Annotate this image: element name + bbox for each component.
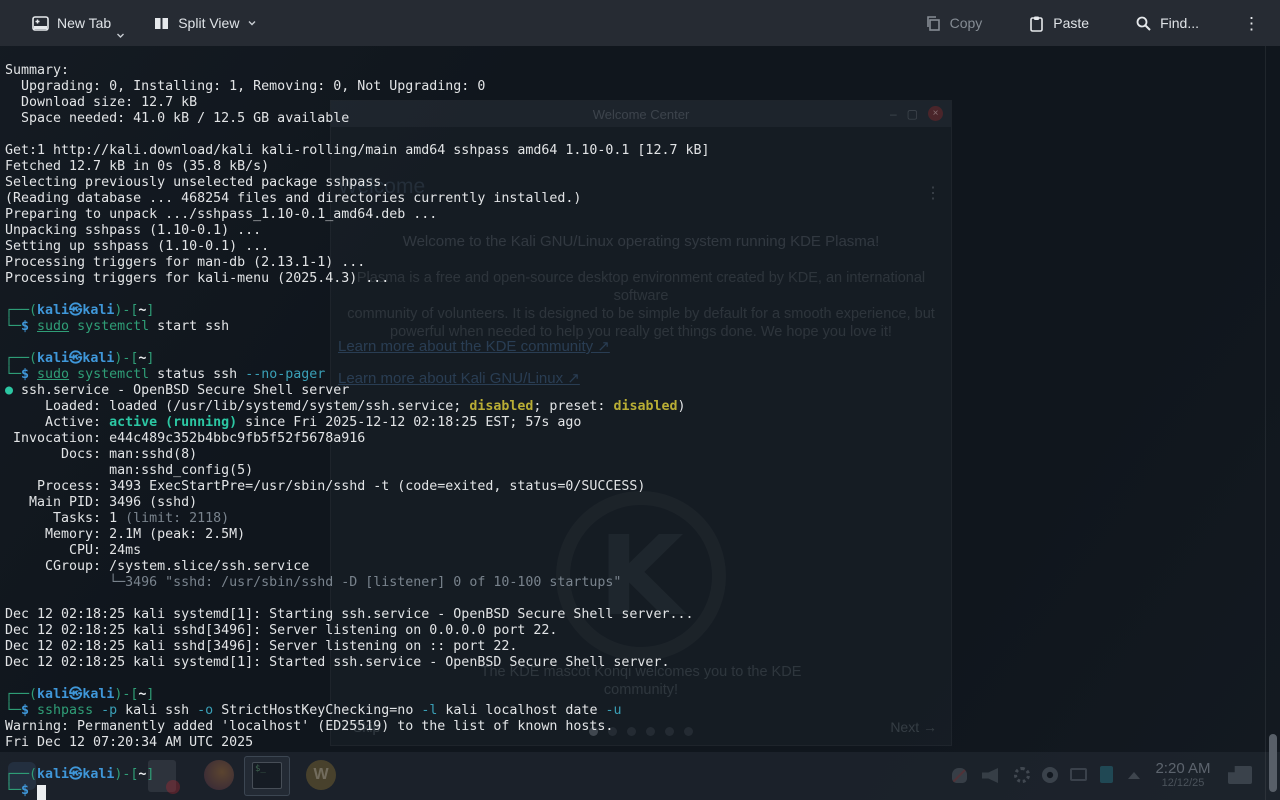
split-view-chevron-icon[interactable] bbox=[247, 18, 257, 28]
terminal-line: Dec 12 02:18:25 kali sshd[3496]: Server … bbox=[5, 623, 558, 638]
new-tab-label: New Tab bbox=[57, 15, 112, 31]
split-view-label: Split View bbox=[178, 15, 240, 31]
terminal-viewport[interactable]: Welcome Center – ▢ × Welcome ⋮ Welcome t… bbox=[0, 46, 1280, 800]
new-tab-icon bbox=[32, 15, 49, 32]
scrollbar-handle[interactable] bbox=[1269, 734, 1277, 792]
show-desktop-icon bbox=[1228, 766, 1252, 784]
clock-time: 2:20 AM bbox=[1155, 760, 1211, 777]
terminal-line: Selecting previously unselected package … bbox=[5, 175, 390, 190]
terminal-toolbar: New Tab Split View Copy Paste Find... ⋮ bbox=[0, 0, 1280, 46]
welcome-menu-kebab-icon: ⋮ bbox=[925, 185, 941, 202]
find-label: Find... bbox=[1160, 15, 1199, 31]
terminal-line: Processing triggers for kali-menu (2025.… bbox=[5, 271, 390, 286]
terminal-line: Active: active (running) since Fri 2025-… bbox=[5, 415, 582, 430]
scrollbar[interactable] bbox=[1265, 46, 1280, 800]
split-view-button[interactable]: Split View bbox=[143, 9, 267, 38]
terminal-line: Warning: Permanently added 'localhost' (… bbox=[5, 719, 614, 734]
terminal-line: Processing triggers for man-db (2.13.1-1… bbox=[5, 255, 366, 270]
terminal-line: └─$ sshpass -p kali ssh -o StrictHostKey… bbox=[5, 703, 622, 718]
terminal-line: Process: 3493 ExecStartPre=/usr/sbin/ssh… bbox=[5, 479, 646, 494]
split-view-icon bbox=[153, 15, 170, 32]
clock-date: 12/12/25 bbox=[1161, 777, 1205, 789]
terminal-line: ┌──(kali㉿kali)-[~] bbox=[5, 767, 155, 782]
terminal-line: └─3496 "sshd: /usr/sbin/sshd -D [listene… bbox=[109, 575, 622, 590]
copy-button[interactable]: Copy bbox=[915, 9, 993, 38]
terminal-line: Preparing to unpack .../sshpass_1.10-0.1… bbox=[5, 207, 438, 222]
new-tab-chevron-icon[interactable] bbox=[116, 31, 125, 40]
terminal-line: man:sshd_config(5) bbox=[5, 463, 254, 478]
new-tab-button[interactable]: New Tab bbox=[22, 9, 125, 38]
terminal-line: ┌──(kali㉿kali)-[~] bbox=[5, 351, 155, 366]
paste-icon bbox=[1028, 15, 1045, 32]
terminal-line: Unpacking sshpass (1.10-0.1) ... bbox=[5, 223, 262, 238]
terminal-output[interactable]: Summary: Upgrading: 0, Installing: 1, Re… bbox=[5, 63, 710, 800]
toolbar-menu-button[interactable]: ⋮ bbox=[1235, 11, 1268, 36]
kebab-menu-icon: ⋮ bbox=[1243, 13, 1260, 33]
minimize-icon: – bbox=[889, 106, 897, 121]
find-button[interactable]: Find... bbox=[1125, 9, 1209, 38]
terminal-line: Download size: 12.7 kB bbox=[5, 95, 198, 110]
terminal-line: └─$ bbox=[5, 783, 709, 800]
terminal-line: Invocation: e44c489c352b4bbc9fb5f52f5678… bbox=[5, 431, 366, 446]
terminal-line: Fetched 12.7 kB in 0s (35.8 kB/s) bbox=[5, 159, 270, 174]
text-cursor bbox=[37, 785, 47, 800]
terminal-line: Upgrading: 0, Installing: 1, Removing: 0… bbox=[5, 79, 486, 94]
terminal-line: ┌──(kali㉿kali)-[~] bbox=[5, 303, 155, 318]
terminal-line: Memory: 2.1M (peak: 2.5M) bbox=[5, 527, 246, 542]
terminal-line: Docs: man:sshd(8) bbox=[5, 447, 198, 462]
paste-label: Paste bbox=[1053, 15, 1090, 31]
terminal-line: ┌──(kali㉿kali)-[~] bbox=[5, 687, 155, 702]
microphone-muted-icon bbox=[952, 768, 967, 783]
terminal-line: └─$ sudo systemctl status ssh --no-pager bbox=[5, 367, 326, 382]
copy-label: Copy bbox=[949, 15, 983, 31]
terminal-line: ● ssh.service - OpenBSD Secure Shell ser… bbox=[5, 383, 350, 398]
terminal-line: └─$ sudo systemctl start ssh bbox=[5, 319, 230, 334]
caret-up-icon bbox=[1128, 772, 1140, 779]
terminal-line: Dec 12 02:18:25 kali systemd[1]: Startin… bbox=[5, 607, 694, 622]
next-button: Next → bbox=[890, 719, 937, 735]
network-icon bbox=[1070, 768, 1087, 781]
maximize-icon: ▢ bbox=[906, 106, 918, 121]
terminal-line: Get:1 http://kali.download/kali kali-rol… bbox=[5, 143, 710, 158]
qterminal-window: New Tab Split View Copy Paste Find... ⋮ … bbox=[0, 0, 1280, 800]
terminal-line: Dec 12 02:18:25 kali sshd[3496]: Server … bbox=[5, 639, 518, 654]
terminal-line: Summary: bbox=[5, 63, 70, 78]
terminal-line: Space needed: 41.0 kB / 12.5 GB availabl… bbox=[5, 111, 350, 126]
copy-icon bbox=[925, 15, 942, 32]
close-icon: × bbox=[928, 106, 943, 121]
terminal-line: Tasks: 1 (limit: 2118) bbox=[5, 511, 230, 526]
clock-widget: 2:20 AM 12/12/25 bbox=[1150, 760, 1216, 789]
terminal-line: CPU: 24ms bbox=[5, 543, 142, 558]
terminal-line: (Reading database ... 468254 files and d… bbox=[5, 191, 582, 206]
terminal-line: Setting up sshpass (1.10-0.1) ... bbox=[5, 239, 270, 254]
terminal-line: CGroup: /system.slice/ssh.service bbox=[5, 559, 310, 574]
paste-button[interactable]: Paste bbox=[1018, 9, 1099, 38]
terminal-line: Fri Dec 12 07:20:34 AM UTC 2025 bbox=[5, 735, 254, 750]
volume-muted-icon bbox=[982, 768, 998, 783]
disc-icon bbox=[1042, 767, 1058, 783]
search-icon bbox=[1135, 15, 1152, 32]
settings-gear-icon bbox=[1014, 767, 1030, 783]
terminal-line: Main PID: 3496 (sshd) bbox=[5, 495, 198, 510]
clipboard-widget-icon bbox=[1100, 766, 1113, 783]
terminal-line: Dec 12 02:18:25 kali systemd[1]: Started… bbox=[5, 655, 670, 670]
terminal-line: Loaded: loaded (/usr/lib/systemd/system/… bbox=[5, 399, 686, 414]
